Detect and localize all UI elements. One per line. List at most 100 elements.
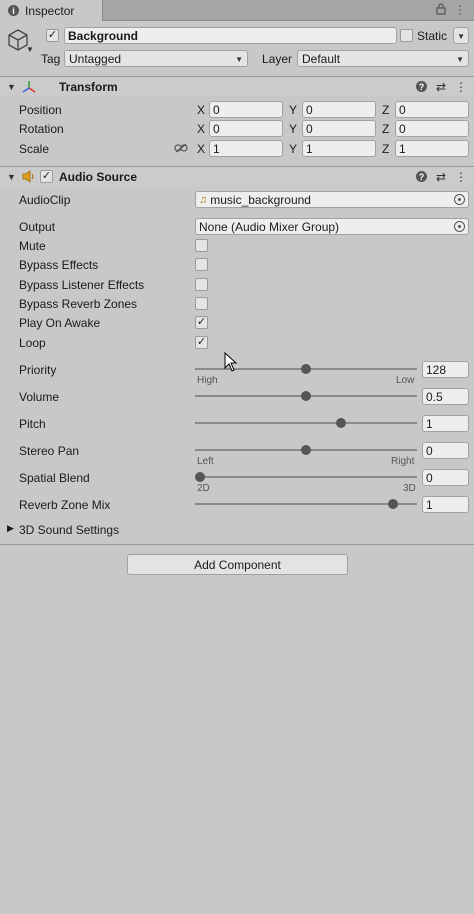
rotation-y-input[interactable]: 0 bbox=[302, 120, 376, 137]
bypass-effects-label: Bypass Effects bbox=[19, 258, 99, 272]
axis-x-label: X bbox=[197, 122, 206, 136]
help-icon[interactable]: ? bbox=[415, 171, 427, 182]
layer-value: Default bbox=[302, 51, 341, 66]
kebab-menu-icon[interactable]: ⋮ bbox=[455, 170, 467, 184]
stereo-pan-slider-knob[interactable] bbox=[301, 445, 311, 455]
output-label: Output bbox=[19, 220, 56, 234]
active-checkbox[interactable]: ✓ bbox=[46, 29, 59, 42]
layer-label: Layer bbox=[262, 52, 293, 66]
scale-z-input[interactable]: 1 bbox=[395, 140, 469, 157]
tag-dropdown[interactable]: Untagged ▼ bbox=[64, 50, 248, 67]
tag-label: Tag bbox=[41, 52, 61, 66]
spatial-blend-label: Spatial Blend bbox=[19, 471, 90, 485]
layer-dropdown[interactable]: Default ▼ bbox=[297, 50, 469, 67]
spatial-blend-input[interactable]: 0 bbox=[422, 469, 469, 486]
audio-source-title: Audio Source bbox=[59, 170, 138, 184]
transform-icon bbox=[22, 80, 36, 97]
rotation-z-input[interactable]: 0 bbox=[395, 120, 469, 137]
axis-x-label: X bbox=[197, 142, 206, 156]
spatial-blend-slider-track[interactable] bbox=[195, 476, 417, 478]
priority-slider-knob[interactable] bbox=[301, 364, 311, 374]
play-on-awake-checkbox[interactable]: ✓ bbox=[195, 316, 208, 329]
volume-input[interactable]: 0.5 bbox=[422, 388, 469, 405]
audio-source-header[interactable]: ▼ ✓ Audio Source ? ⇄ ⋮ bbox=[0, 166, 474, 186]
output-value: None (Audio Mixer Group) bbox=[199, 219, 340, 234]
fold-arrow-icon[interactable]: ▼ bbox=[7, 172, 16, 182]
mute-label: Mute bbox=[19, 239, 46, 253]
bypass-reverb-zones-checkbox[interactable] bbox=[195, 297, 208, 310]
bypass-reverb-zones-label: Bypass Reverb Zones bbox=[19, 297, 138, 311]
axis-y-label: Y bbox=[289, 103, 298, 117]
output-field[interactable]: None (Audio Mixer Group) bbox=[195, 218, 469, 235]
mouse-cursor-icon bbox=[224, 351, 238, 375]
speaker-icon bbox=[22, 170, 36, 186]
audio-clip-label: AudioClip bbox=[19, 193, 71, 207]
spatial-blend-slider-knob[interactable] bbox=[195, 472, 205, 482]
component-separator bbox=[0, 544, 474, 545]
bypass-listener-effects-label: Bypass Listener Effects bbox=[19, 278, 145, 292]
stereo-pan-label: Stereo Pan bbox=[19, 444, 80, 458]
inspector-tab-label: Inspector bbox=[25, 3, 75, 18]
pitch-slider-track[interactable] bbox=[195, 422, 417, 424]
pitch-slider-knob[interactable] bbox=[336, 418, 347, 428]
mute-checkbox[interactable] bbox=[195, 239, 208, 252]
reverb-zone-mix-slider-track[interactable] bbox=[195, 503, 417, 505]
position-label: Position bbox=[19, 103, 62, 117]
axis-z-label: Z bbox=[382, 122, 390, 136]
help-icon[interactable]: ? bbox=[415, 81, 427, 92]
stereo-pan-max-label: Right bbox=[391, 456, 415, 467]
stereo-pan-input[interactable]: 0 bbox=[422, 442, 469, 459]
checkmark-icon: ✓ bbox=[41, 170, 52, 182]
axis-z-label: Z bbox=[382, 103, 390, 117]
checkmark-icon: ✓ bbox=[47, 29, 58, 41]
priority-input[interactable]: 128 bbox=[422, 361, 469, 378]
checkmark-icon: ✓ bbox=[196, 316, 207, 328]
lock-icon[interactable] bbox=[436, 3, 446, 18]
add-component-button[interactable]: Add Component bbox=[127, 554, 348, 575]
spatial-blend-min-label: 2D bbox=[197, 483, 210, 494]
position-x-input[interactable]: 0 bbox=[209, 101, 283, 118]
scale-x-input[interactable]: 1 bbox=[209, 140, 283, 157]
bypass-listener-effects-checkbox[interactable] bbox=[195, 278, 208, 291]
volume-slider-knob[interactable] bbox=[301, 391, 311, 401]
constrain-proportions-icon[interactable] bbox=[174, 142, 188, 156]
audio-source-enabled-checkbox[interactable]: ✓ bbox=[40, 170, 53, 183]
axis-z-label: Z bbox=[382, 142, 390, 156]
object-picker-icon[interactable] bbox=[454, 194, 465, 205]
fold-arrow-icon[interactable]: ▼ bbox=[7, 82, 16, 92]
transform-header[interactable]: ▼ Transform ? ⇄ ⋮ bbox=[0, 76, 474, 96]
static-checkbox[interactable] bbox=[400, 29, 413, 42]
chevron-down-icon: ▼ bbox=[235, 55, 243, 64]
kebab-menu-icon[interactable]: ⋮ bbox=[455, 80, 467, 94]
position-z-input[interactable]: 0 bbox=[395, 101, 469, 118]
bypass-effects-checkbox[interactable] bbox=[195, 258, 208, 271]
scale-label: Scale bbox=[19, 142, 50, 156]
pitch-input[interactable]: 1 bbox=[422, 415, 469, 432]
reverb-zone-mix-slider-knob[interactable] bbox=[387, 499, 398, 509]
presets-icon[interactable]: ⇄ bbox=[436, 170, 446, 184]
rotation-x-input[interactable]: 0 bbox=[209, 120, 283, 137]
info-icon: i bbox=[8, 5, 19, 16]
icon-dropdown-caret-icon[interactable]: ▼ bbox=[26, 45, 34, 54]
object-name-input[interactable]: Background bbox=[64, 27, 397, 44]
3d-sound-settings-foldout[interactable]: 3D Sound Settings bbox=[19, 523, 119, 537]
play-on-awake-label: Play On Awake bbox=[19, 316, 101, 330]
kebab-menu-icon[interactable]: ⋮ bbox=[454, 3, 466, 18]
axis-y-label: Y bbox=[289, 122, 298, 136]
priority-label: Priority bbox=[19, 363, 57, 377]
pitch-label: Pitch bbox=[19, 417, 46, 431]
priority-max-label: Low bbox=[396, 375, 415, 386]
scale-y-input[interactable]: 1 bbox=[302, 140, 376, 157]
object-picker-icon[interactable] bbox=[454, 221, 465, 232]
audio-clip-field[interactable]: ♫ music_background bbox=[195, 191, 469, 208]
loop-checkbox[interactable]: ✓ bbox=[195, 336, 208, 349]
stereo-pan-min-label: Left bbox=[197, 456, 214, 467]
presets-icon[interactable]: ⇄ bbox=[436, 80, 446, 94]
audio-clip-icon: ♫ bbox=[199, 193, 208, 206]
foldout-arrow-icon[interactable]: ▶ bbox=[7, 523, 14, 534]
inspector-tab[interactable]: i Inspector bbox=[0, 0, 103, 21]
static-dropdown[interactable]: ▼ bbox=[453, 27, 469, 44]
reverb-zone-mix-input[interactable]: 1 bbox=[422, 496, 469, 513]
volume-label: Volume bbox=[19, 390, 60, 404]
position-y-input[interactable]: 0 bbox=[302, 101, 376, 118]
